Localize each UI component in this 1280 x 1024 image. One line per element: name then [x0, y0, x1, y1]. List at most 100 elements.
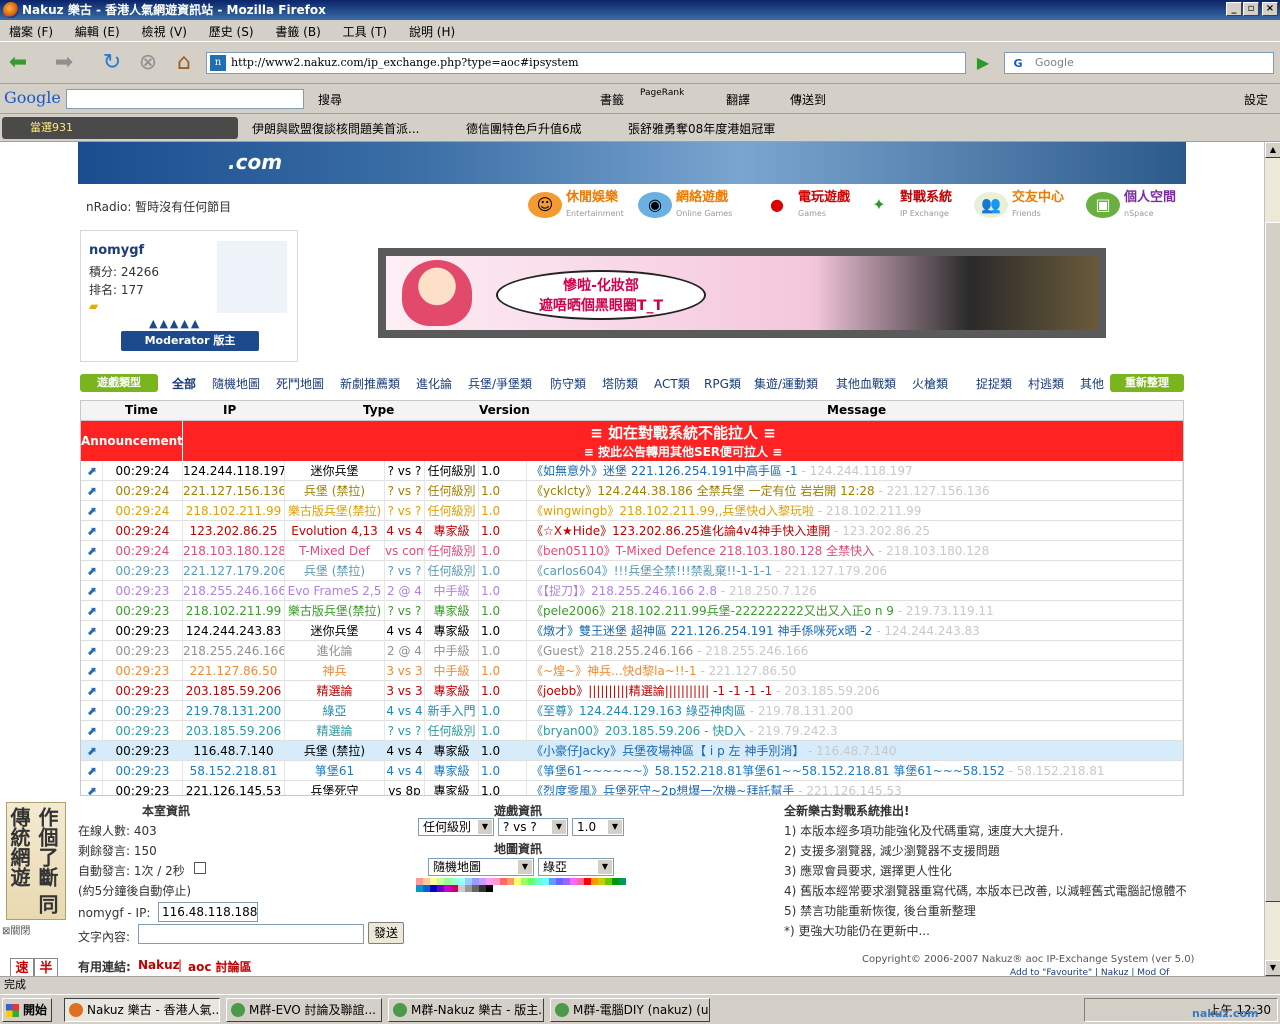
table-row[interactable]: ⬈ 00:29:23 203.185.59.206 精選論? vs ? 任何級別 1.0 《…: [81, 721, 1183, 741]
avatar[interactable]: [217, 241, 287, 313]
cat-all[interactable]: 全部: [172, 375, 196, 392]
announcement-row[interactable]: Announcement ≡ 如在對戰系統不能拉人 ≡ ≡ 按此公告轉用其他SE…: [81, 421, 1183, 461]
row-ip[interactable]: 124.244.243.83: [183, 621, 285, 641]
cat-act[interactable]: ACT類: [654, 375, 690, 392]
cat-sports[interactable]: 集遊/運動類: [754, 375, 818, 392]
palette-swatch[interactable]: [556, 878, 563, 885]
link-nakuz[interactable]: Nakuz: [138, 958, 180, 972]
cat-other-war[interactable]: 其他血戰類: [836, 375, 896, 392]
palette-swatch[interactable]: [584, 878, 591, 885]
gt-translate[interactable]: 翻譯: [726, 91, 750, 108]
menu-history[interactable]: 歷史 (S): [200, 20, 263, 43]
row-ip[interactable]: 203.185.59.206: [183, 681, 285, 701]
gt-bookmarks[interactable]: 書籤: [600, 91, 624, 108]
menu-tools[interactable]: 工具 (T): [334, 20, 397, 43]
gt-send-to[interactable]: 傳送到: [790, 91, 826, 108]
bookmark-3[interactable]: 張舒雅勇奪08年度港姐冠軍: [628, 120, 775, 137]
side-flash-ad[interactable]: 作個了斷 同傳統網遊: [6, 802, 66, 920]
palette-swatch[interactable]: [507, 878, 514, 885]
forward-icon[interactable]: ➡: [50, 50, 78, 76]
palette-swatch[interactable]: [444, 878, 451, 885]
table-row[interactable]: ⬈ 00:29:23 116.48.7.140 兵堡 (禁拉) 4 vs 4 專家級 1.0…: [81, 741, 1183, 761]
table-row[interactable]: ⬈ 00:29:23 203.185.59.206 精選論 3 vs 3 專家級 1.0 《j…: [81, 681, 1183, 701]
go-arrow-icon[interactable]: ▶: [972, 52, 994, 74]
row-ip[interactable]: 221.127.179.206: [183, 561, 285, 581]
row-ip[interactable]: 203.185.59.206: [183, 721, 285, 741]
menu-help[interactable]: 說明 (H): [400, 20, 464, 43]
palette-swatch[interactable]: [451, 878, 458, 885]
table-row[interactable]: ⬈ 00:29:24 221.127.156.136 兵堡 (禁拉)? vs ? 任何級…: [81, 481, 1183, 501]
google-toolbar-input[interactable]: [66, 89, 304, 109]
row-ip[interactable]: 219.78.131.200: [183, 701, 285, 721]
back-icon[interactable]: ⬅: [4, 50, 32, 76]
map-select[interactable]: 隨機地圖: [428, 858, 534, 876]
palette-swatch[interactable]: [493, 878, 500, 885]
cat-castle[interactable]: 兵堡/爭堡類: [468, 375, 532, 392]
cat-evolution[interactable]: 進化論: [416, 375, 452, 392]
player-icon[interactable]: ⬈: [81, 701, 103, 721]
palette-swatch[interactable]: [423, 885, 430, 892]
cat-other[interactable]: 其他: [1080, 375, 1104, 392]
palette-swatch[interactable]: [486, 878, 493, 885]
auto-post-checkbox[interactable]: [194, 862, 206, 874]
table-row[interactable]: ⬈ 00:29:24 218.102.211.99 樂古版兵堡(禁拉)? vs ? 任何…: [81, 501, 1183, 521]
palette-swatch[interactable]: [437, 878, 444, 885]
table-row[interactable]: ⬈ 00:29:23 58.152.218.81 箏堡61 4 vs 4 專家級 1.0 《箏…: [81, 761, 1183, 781]
scroll-thumb[interactable]: [1265, 222, 1280, 902]
player-icon[interactable]: ⬈: [81, 601, 103, 621]
color-palette[interactable]: [416, 878, 626, 892]
cat-deathmatch[interactable]: 死鬥地圖: [276, 375, 324, 392]
task-msn-1[interactable]: M群-EVO 討論及聯誼...: [226, 998, 382, 1022]
menu-edit[interactable]: 編輯 (E): [66, 20, 129, 43]
palette-swatch[interactable]: [430, 878, 437, 885]
table-row[interactable]: ⬈ 00:29:23 218.102.211.99 樂古版兵堡(禁拉)? vs ? 專家…: [81, 601, 1183, 621]
player-icon[interactable]: ⬈: [81, 681, 103, 701]
row-ip[interactable]: 58.152.218.81: [183, 761, 285, 781]
player-icon[interactable]: ⬈: [81, 721, 103, 741]
cat-rpg[interactable]: RPG類: [704, 375, 741, 392]
close-button[interactable]: ×: [1262, 2, 1278, 16]
palette-swatch[interactable]: [528, 878, 535, 885]
vertical-scrollbar[interactable]: ▲ ▼: [1264, 142, 1280, 976]
level-select[interactable]: 任何級別: [418, 818, 494, 836]
palette-swatch[interactable]: [451, 885, 458, 892]
cat-catch[interactable]: 捉捉類: [976, 375, 1012, 392]
row-ip[interactable]: 218.102.211.99: [183, 501, 285, 521]
table-row[interactable]: ⬈ 00:29:23 218.255.246.166 Evo FrameS 2,5 2 …: [81, 581, 1183, 601]
palette-swatch[interactable]: [563, 878, 570, 885]
cat-defense[interactable]: 防守類: [550, 375, 586, 392]
bookmark-1[interactable]: 伊朗與歐盟復談核問題美首派...: [252, 120, 419, 137]
palette-swatch[interactable]: [416, 878, 423, 885]
radio-player[interactable]: 當選931: [2, 117, 238, 139]
home-icon[interactable]: ⌂: [170, 50, 198, 76]
scroll-down-icon[interactable]: ▼: [1265, 960, 1280, 976]
cat-gun[interactable]: 火槍類: [912, 375, 948, 392]
row-ip[interactable]: 221.126.145.53: [183, 781, 285, 795]
table-row[interactable]: ⬈ 00:29:23 218.255.246.166 進化論 2 @ 4 中手級 1.0 《G…: [81, 641, 1183, 661]
start-button[interactable]: 開始: [2, 998, 52, 1022]
palette-swatch[interactable]: [591, 878, 598, 885]
player-icon[interactable]: ⬈: [81, 661, 103, 681]
player-icon[interactable]: ⬈: [81, 641, 103, 661]
cat-village-escape[interactable]: 村逃類: [1028, 375, 1064, 392]
scroll-up-icon[interactable]: ▲: [1265, 142, 1280, 158]
player-icon[interactable]: ⬈: [81, 581, 103, 601]
palette-swatch[interactable]: [458, 885, 465, 892]
table-row[interactable]: ⬈ 00:29:24 123.202.86.25 Evolution 4,13 4 vs…: [81, 521, 1183, 541]
nav-nspace[interactable]: ▣ 個人空間 nSpace: [1084, 190, 1176, 220]
table-row[interactable]: ⬈ 00:29:23 219.78.131.200 綠亞 4 vs 4 新手入門 1.0 《至…: [81, 701, 1183, 721]
player-icon[interactable]: ⬈: [81, 521, 103, 541]
minimize-button[interactable]: _: [1226, 2, 1242, 16]
palette-swatch[interactable]: [570, 878, 577, 885]
palette-swatch[interactable]: [472, 878, 479, 885]
palette-swatch[interactable]: [444, 885, 451, 892]
palette-swatch[interactable]: [423, 878, 430, 885]
maximize-button[interactable]: ▫: [1243, 2, 1259, 16]
row-ip[interactable]: 221.127.86.50: [183, 661, 285, 681]
palette-swatch[interactable]: [437, 885, 444, 892]
palette-swatch[interactable]: [472, 885, 479, 892]
palette-swatch[interactable]: [416, 885, 423, 892]
speed-key[interactable]: 速: [10, 958, 34, 976]
stop-icon[interactable]: ⊗: [134, 50, 162, 76]
palette-swatch[interactable]: [612, 878, 619, 885]
